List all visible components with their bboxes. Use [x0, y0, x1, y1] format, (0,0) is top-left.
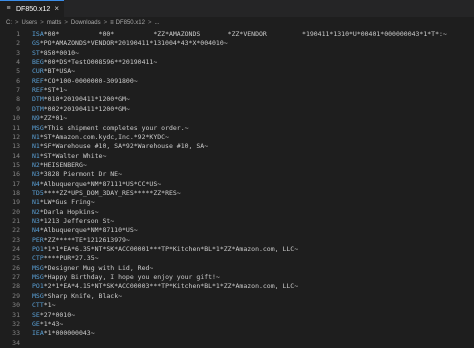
segment-id: N3: [32, 170, 40, 179]
chevron-right-icon: >: [103, 19, 108, 26]
segment-elements: *00* *00* *ZZ*AMAZONDS *ZZ*VENDOR *19041…: [43, 30, 447, 38]
segment-elements: *Happy Birthday, I hope you enjoy your g…: [43, 273, 220, 282]
segment-elements: *HEISENBERG~: [39, 160, 87, 169]
chevron-right-icon: >: [64, 19, 68, 26]
breadcrumb-downloads[interactable]: Downloads: [71, 20, 101, 26]
breadcrumb-file[interactable]: DF850.x12: [116, 20, 145, 26]
segment-id: REF: [32, 86, 44, 95]
segment-id: GE: [32, 319, 40, 328]
chevron-right-icon: >: [147, 19, 152, 26]
breadcrumb-matts[interactable]: matts: [47, 20, 62, 26]
segment-id: N4: [32, 179, 40, 188]
segment-elements: *Darla Hopkins~: [39, 207, 99, 216]
breadcrumb: C: > Users > matts > Downloads > ≡ DF850…: [0, 17, 474, 28]
segment-elements: *ST*1~: [43, 86, 68, 95]
segment-elements: *3828 Piermont Dr NE~: [39, 170, 123, 179]
segment-elements: *Designer Mug with Lid, Red~: [43, 263, 154, 272]
segment-elements: *Albuquerque*NM*87111*US*CC*US~: [39, 179, 162, 188]
segment-elements: ****ZZ*UPS_DOM_3DAY_RES*****ZZ*RES~: [43, 188, 181, 197]
segment-id: ST: [32, 48, 40, 57]
code-line[interactable]: 34: [0, 338, 474, 348]
chevron-right-icon: >: [40, 19, 44, 26]
segment-elements: *00*DS*TestO008596**20190411~: [43, 58, 158, 67]
segment-id: CUR: [32, 67, 44, 76]
segment-elements: *ST*Walter White~: [39, 151, 107, 160]
segment-id: N3: [32, 217, 40, 225]
segment-id: PO1: [32, 282, 44, 291]
tab-bar: ≡ DF850.x12 ×: [0, 0, 474, 17]
tab-df850[interactable]: ≡ DF850.x12 ×: [0, 0, 64, 17]
segment-elements: *LW*Gus Fring~: [39, 198, 95, 207]
file-lines-icon: ≡: [6, 5, 11, 12]
segment-elements: *ZZ*01~: [39, 114, 68, 123]
segment-id: ISA: [32, 30, 44, 38]
segment-id: N1: [32, 142, 40, 151]
segment-id: GS: [32, 39, 40, 48]
segment-elements: *1213 Jefferson St~: [39, 217, 115, 225]
segment-elements: *27*0010~: [39, 310, 76, 319]
segment-elements: *1*1*EA*6.35*NT*SK*ACC00001***TP*Kitchen…: [43, 245, 299, 254]
segment-id: N2: [32, 160, 40, 169]
segment-id: IEA: [32, 329, 44, 338]
segment-id: MSG: [32, 291, 44, 300]
segment-elements: *002*20190411*1200*GM~: [43, 104, 130, 113]
segment-elements: *ST*Amazon.com.kydc,Inc.*92*KYDC~: [39, 132, 169, 141]
segment-elements: *BT*USA~: [43, 67, 76, 76]
segment-id: MSG: [32, 123, 44, 132]
segment-id: BEG: [32, 58, 44, 67]
code-editor[interactable]: 1 ISA*00* *00* *ZZ*AMAZONDS *ZZ*VENDOR *1…: [0, 29, 474, 347]
segment-id: TD5: [32, 188, 44, 197]
segment-id: SE: [32, 310, 40, 319]
segment-id: DTM: [32, 95, 44, 104]
segment-elements: *010*20190411*1200*GM~: [43, 95, 130, 104]
segment-id: N2: [32, 207, 40, 216]
segment-elements: *850*0010~: [39, 48, 79, 57]
segment-id: N1: [32, 198, 40, 207]
breadcrumb-drive[interactable]: C:: [0, 20, 12, 26]
chevron-right-icon: >: [15, 19, 19, 26]
segment-elements: *CO*100-0000000-3091800~: [43, 76, 138, 85]
segment-elements: *ZZ*****TE*1212613979~: [43, 235, 130, 244]
segment-id: N1: [32, 151, 40, 160]
segment-id: PER: [32, 235, 44, 244]
breadcrumb-more[interactable]: ...: [154, 20, 159, 26]
segment-id: N1: [32, 132, 40, 141]
file-lines-icon: ≡: [110, 19, 114, 26]
segment-id: CTT: [32, 301, 44, 310]
segment-id: N4: [32, 226, 40, 235]
segment-elements: *Sharp Knife, Black~: [43, 291, 123, 300]
segment-elements: *SF*Warehouse #10, SA*92*Warehouse #10, …: [39, 142, 209, 151]
tab-title: DF850.x12: [16, 5, 51, 13]
segment-id: MSG: [32, 263, 44, 272]
segment-elements: *PO*AMAZONDS*VENDOR*20190411*131004*43*X…: [39, 39, 228, 48]
segment-id: CTP: [32, 254, 44, 263]
close-icon[interactable]: ×: [54, 4, 59, 13]
breadcrumb-users[interactable]: Users: [22, 20, 38, 26]
segment-elements: *1*000000043~: [43, 329, 95, 338]
segment-id: N9: [32, 114, 40, 123]
segment-elements: *Albuquerque*NM*87110*US~: [39, 226, 138, 235]
segment-id: REF: [32, 76, 44, 85]
segment-id: DTM: [32, 104, 44, 113]
segment-elements: *2*1*EA*4.15*NT*SK*ACC00003***TP*Kitchen…: [43, 282, 299, 291]
segment-id: MSG: [32, 273, 44, 282]
segment-elements: ****PUR*27.35~: [43, 254, 99, 263]
line-number: 34: [12, 338, 20, 347]
segment-elements: *1*43~: [39, 319, 64, 328]
segment-elements: *1~: [43, 301, 56, 310]
segment-id: PO1: [32, 245, 44, 254]
segment-elements: *This shipment completes your order.~: [43, 123, 189, 132]
